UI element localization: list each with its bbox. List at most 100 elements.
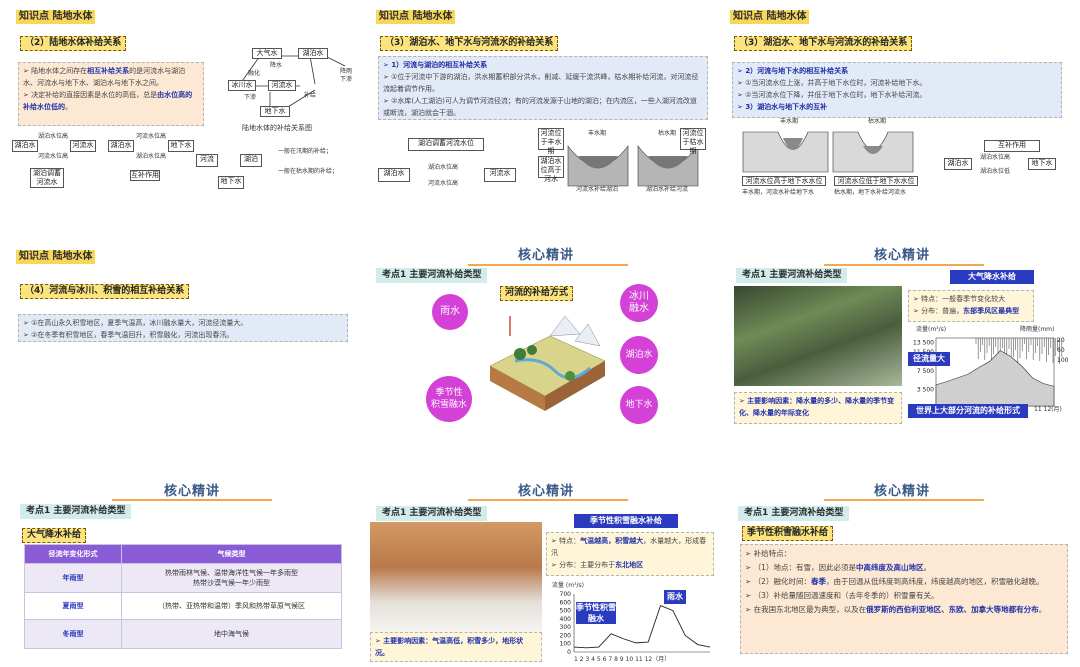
- knowledge-point-title: 知识点 陆地水体: [730, 10, 810, 24]
- row-ground-box: 地下水: [168, 140, 194, 152]
- slide-9: 核心精讲 考点1 主要河流补给类型 季节性积雪融水补给 ➢ 补给特点： ➢ （1…: [724, 472, 1080, 667]
- slide-heading: 核心精讲: [874, 248, 931, 263]
- river-water-box: 河流水: [484, 168, 516, 182]
- edge-seep: 下渗: [244, 94, 257, 101]
- rain-supply-tag: 大气降水补给: [22, 528, 87, 543]
- caption-dry: 枯水期，地下水补给河流水: [834, 189, 907, 196]
- supply-snowmelt-circle: 季节性 积雪融水: [426, 376, 472, 422]
- node-river-water: 河流水: [268, 80, 296, 91]
- heading-underline: [468, 499, 628, 501]
- row-river-high: 河流水位高: [38, 153, 69, 160]
- lake-level-high: 湖泊水位高: [428, 164, 459, 171]
- column-header: 径流年变化形式: [24, 544, 122, 564]
- heading-underline: [468, 264, 628, 266]
- feature-note: ➢ 特点：气温越高，积雪越大，水量越大，形成春汛 ➢ 分布：主要分布于东北地区: [546, 532, 714, 576]
- knowledge-point-title: 知识点 陆地水体: [16, 10, 96, 24]
- heading-underline: [824, 499, 984, 501]
- label-lake-higher: 湖泊水位高于河水: [538, 156, 564, 183]
- slide-5: 核心精讲 考点1 主要河流补给类型 河流的补给方式 雨水 冰川 融水 湖泊水 季…: [368, 242, 724, 462]
- edge-supply: 补给: [304, 92, 317, 99]
- snowmelt-supply-title: 季节性积雪融水补给: [574, 514, 678, 528]
- explanation-note: ➢ 补给特点： ➢ （1）地点：有雪，因此必须是中高纬度及高山地区。 ➢ （2）…: [740, 544, 1068, 654]
- cell-climate: 地中海气候: [121, 619, 342, 649]
- legend-flood: 一般在汛期的补给；: [278, 148, 333, 155]
- y-tick-label: 300: [560, 624, 572, 631]
- chart-ylabel: 流量 (m³/s): [552, 582, 584, 589]
- factor-note: ➢ 主要影响因素：降水量的多少、降水量的季节变化、降水量的年际变化: [734, 392, 902, 424]
- row-river-box: 河流水: [70, 140, 96, 152]
- table-row: 夏雨型 （热带、亚热带和温带）季风和热带草原气候区: [24, 592, 342, 620]
- section-title: （3）湖泊水、地下水与河流水的补给关系: [734, 36, 913, 51]
- row-lake-high: 湖泊水位高: [38, 133, 69, 140]
- node-glacier-water: 冰川水: [228, 80, 256, 91]
- row-lake-box-2: 湖泊水: [108, 140, 134, 152]
- table-row: 年雨型 热带雨林气候、温带海洋性气候一年多雨型 热带沙漠气候一年少雨型: [24, 563, 342, 593]
- exam-point-tag: 考点1 主要河流补给类型: [736, 268, 848, 283]
- explanation-note: ➢ 陆地水体之间存在相互补给关系的是河流水与湖泊水、河流水与地下水、湖泊水与地下…: [18, 62, 204, 126]
- mutual-box: 互补作用: [984, 140, 1040, 152]
- edge-melt: 融化: [248, 70, 261, 77]
- explanation-note: ➢ 1）河流与湖泊的相互补给关系 ➢ ①位于河流中下游的湖泊，洪水期蓄积部分洪水…: [378, 56, 708, 120]
- landscape-illustration: [489, 315, 606, 411]
- slide-6: 核心精讲 考点1 主要河流补给类型 大气降水补给 ➢ 特点：一般春季节变化较大 …: [724, 242, 1080, 462]
- knowledge-point-title: 知识点 陆地水体: [376, 10, 456, 24]
- supply-lake-circle: 湖泊水: [620, 336, 658, 374]
- node-rain-infiltration: 降雨下渗: [340, 68, 353, 83]
- slide-2: 知识点 陆地水体 （3）湖泊水、地下水与河流水的补给关系 ➢ 1）河流与湖泊的相…: [368, 6, 724, 226]
- y-tick-label: 100: [560, 641, 572, 648]
- y-tick-label: 0: [567, 649, 571, 656]
- rain-supply-title: 大气降水补给: [950, 270, 1034, 284]
- label-flood: 丰水期: [588, 130, 607, 137]
- slide-8: 核心精讲 考点1 主要河流补给类型 季节性积雪融水补给 ➢ 特点：气温越高，积雪…: [368, 472, 724, 667]
- supply-mode-tag: 河流的补给方式: [500, 286, 574, 301]
- edge-rain: 降水: [270, 62, 283, 69]
- knowledge-point-title: 知识点 陆地水体: [16, 250, 96, 264]
- chart-legend-runoff: 径流量大: [908, 352, 950, 366]
- label-flood-season: 丰水期: [780, 118, 799, 125]
- explanation-note: ➢ ①在高山永久积雪地区，夏季气温高，冰川融水量大，河流径流量大。 ➢ ②在冬季…: [18, 314, 348, 342]
- slide-7: 核心精讲 考点1 主要河流补给类型 大气降水补给 径流年变化形式 气候类型 年雨…: [8, 472, 364, 667]
- chart-month-label: 1 2 3 4 5 6 7 8 9 10 11 12（月）: [574, 656, 671, 663]
- y-tick-label: 7 500: [917, 368, 934, 375]
- cell-climate: 热带雨林气候、温带海洋性气候一年多雨型 热带沙漠气候一年少雨型: [121, 563, 342, 593]
- supply-rain-circle: 雨水: [432, 294, 468, 330]
- snow-forest-photo: [370, 522, 542, 634]
- rain-runoff-chart: 3 5007 50011 50013 5002060100: [913, 337, 1069, 407]
- y-tick-label: 600: [560, 599, 572, 606]
- y-tick-label: 200: [560, 632, 572, 639]
- supply-glacier-circle: 冰川 融水: [620, 284, 658, 322]
- river-groundwater-section: [742, 131, 914, 173]
- row-lake-box: 湖泊水: [12, 140, 38, 152]
- node-ground-water: 地下水: [260, 106, 290, 117]
- slide-1: 知识点 陆地水体 （2）陆地水体补给关系 ➢ 陆地水体之间存在相互补给关系的是河…: [8, 6, 364, 226]
- label-dry: 枯水期: [658, 130, 677, 137]
- lake-regulate-box: 湖泊调蓄河流水位: [408, 138, 484, 151]
- lake-level-high: 湖泊水位高: [980, 154, 1011, 161]
- chart-y2label: 降雨量(mm): [1020, 326, 1055, 333]
- row-river2-box: 河流: [196, 154, 218, 167]
- row-regulate-box: 湖泊调蓄河流水: [30, 168, 64, 188]
- row-mutual-box: 互补作用: [130, 170, 160, 181]
- exam-point-tag: 考点1 主要河流补给类型: [376, 506, 488, 521]
- cell-type: 冬雨型: [24, 619, 122, 649]
- row-ground2-box: 地下水: [218, 176, 244, 189]
- factor-note: ➢ 主要影响因素：气温高低，积雪多少，地形状况。: [370, 632, 542, 662]
- feature-note: ➢ 特点：一般春季节变化较大 ➢ 分布：普遍，东部季风区最典型: [908, 290, 1034, 322]
- cell-climate: （热带、亚热带和温带）季风和热带草原气候区: [121, 592, 342, 620]
- chart-ylabel: 流量(m³/s): [916, 326, 947, 333]
- chart-month-label: 11 12(月): [1034, 406, 1062, 413]
- node-lake-water: 湖泊水: [298, 48, 328, 59]
- y2-tick-label: 20: [1057, 337, 1065, 344]
- river-level-high: 河流水位高: [428, 180, 459, 187]
- ground-box: 地下水: [1028, 158, 1056, 170]
- section-title: （4）河流与冰川、积雪的相互补给关系: [20, 284, 190, 299]
- slide-heading: 核心精讲: [518, 484, 575, 499]
- supply-groundwater-circle: 地下水: [620, 386, 658, 424]
- y-tick-label: 700: [560, 591, 572, 598]
- slide-4: 知识点 陆地水体 （4）河流与冰川、积雪的相互补给关系 ➢ ①在高山永久积雪地区…: [8, 242, 364, 462]
- y-tick-label: 500: [560, 608, 572, 615]
- exam-point-tag: 考点1 主要河流补给类型: [376, 268, 488, 283]
- y2-tick-label: 60: [1057, 347, 1065, 354]
- slide-3: 知识点 陆地水体 （3）湖泊水、地下水与河流水的补给关系 ➢ 2）河流与地下水的…: [722, 6, 1078, 226]
- y2-tick-label: 100: [1057, 357, 1069, 364]
